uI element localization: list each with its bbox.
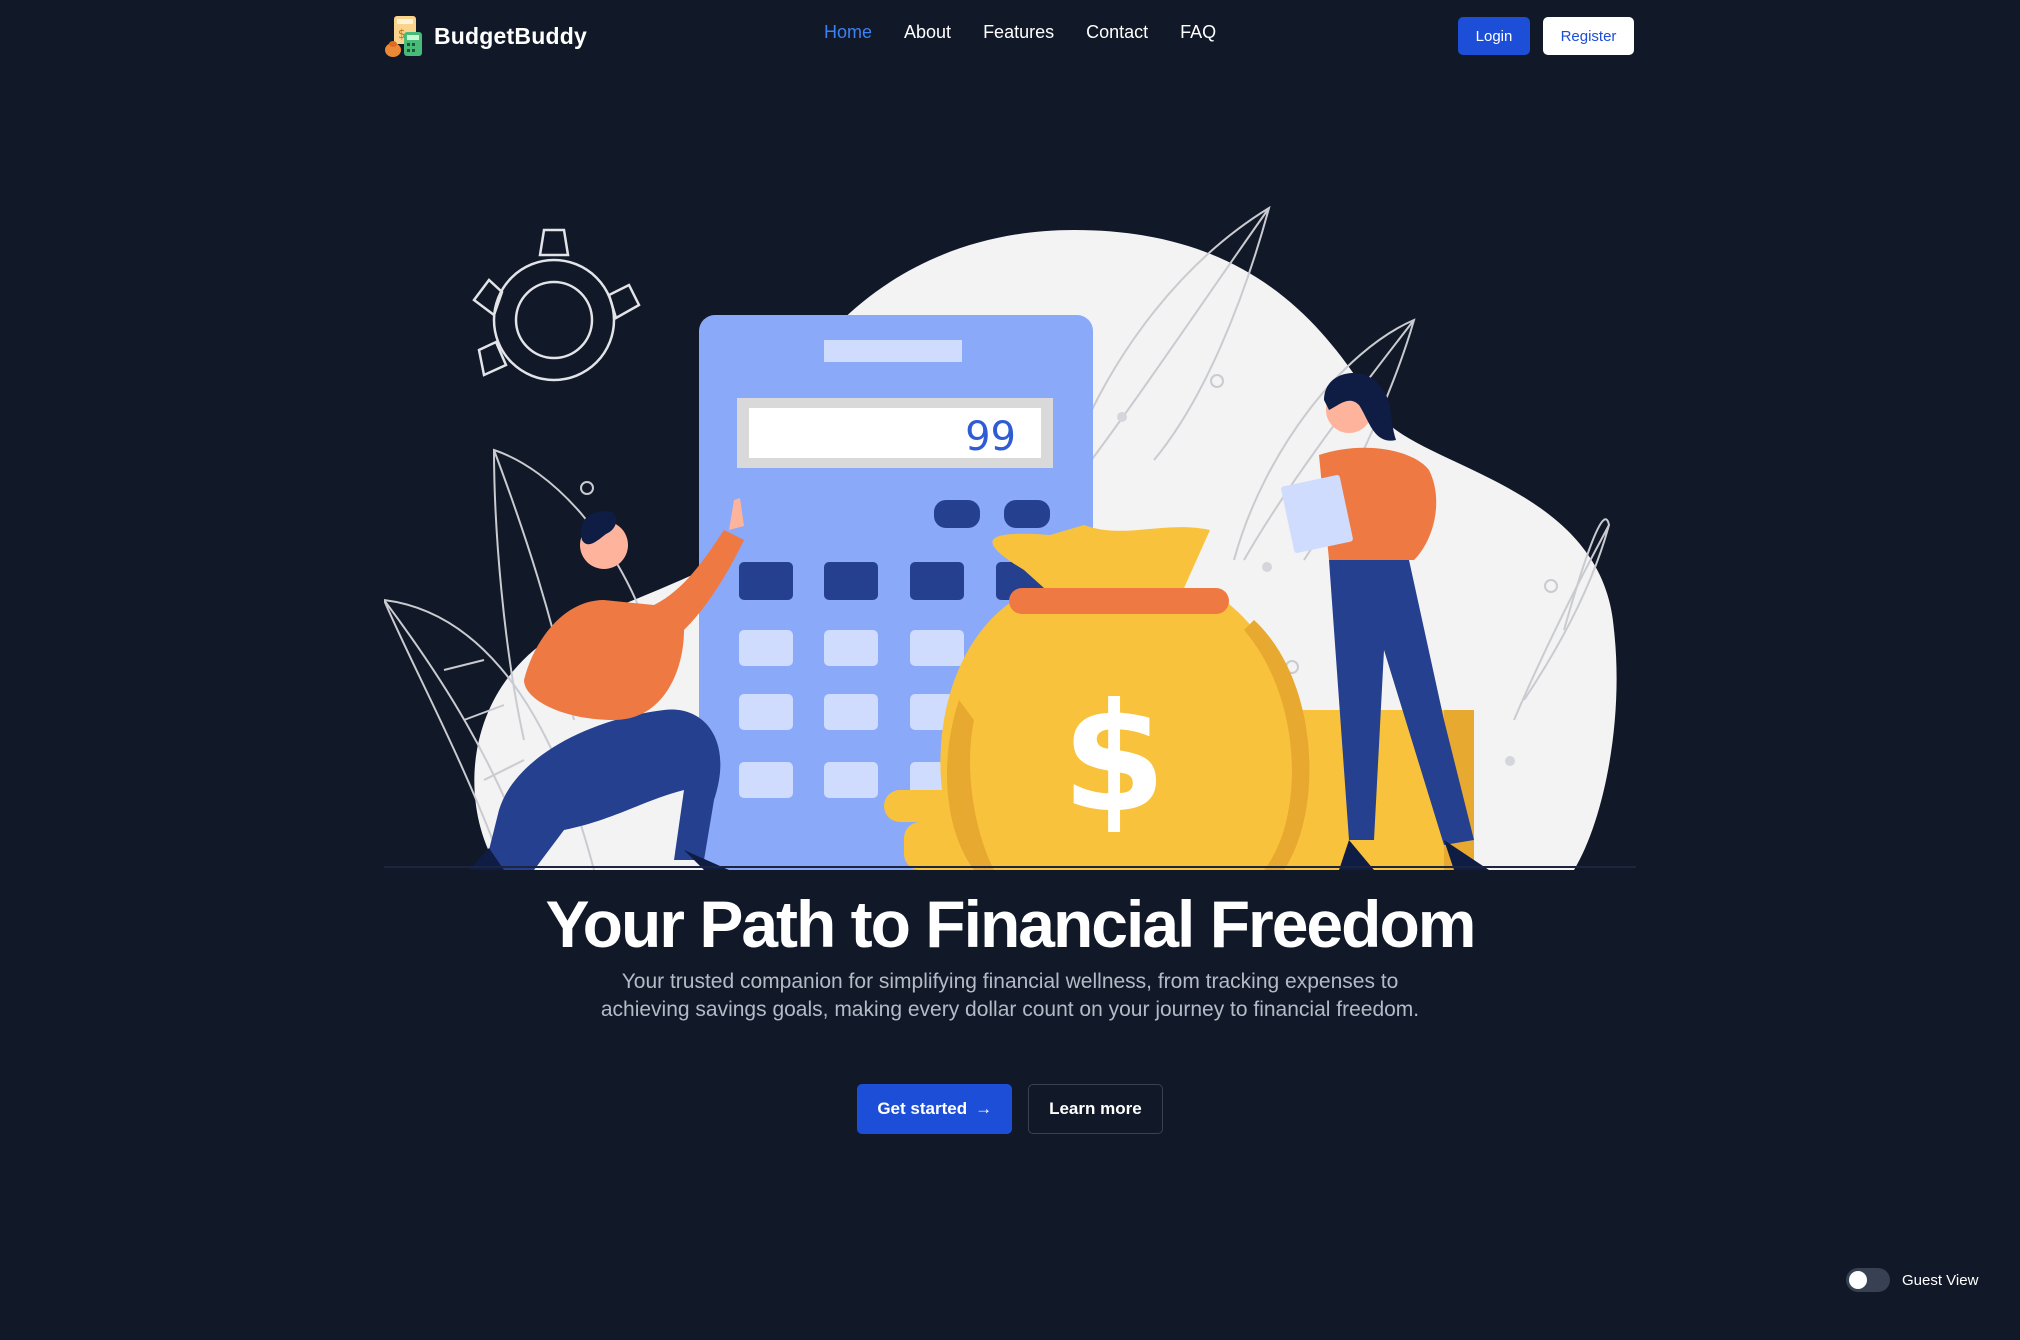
brand-link[interactable]: $ BudgetBuddy <box>384 14 587 58</box>
nav-link-home[interactable]: Home <box>824 22 872 42</box>
nav-link-about[interactable]: About <box>904 22 951 42</box>
login-button[interactable]: Login <box>1458 17 1530 55</box>
nav-link-features[interactable]: Features <box>983 22 1054 42</box>
calculator-money-icon: $ <box>385 16 422 57</box>
get-started-label: Get started <box>877 1099 968 1118</box>
guest-view-label: Guest View <box>1902 1271 1979 1289</box>
calculator-display: 99 <box>965 414 1016 460</box>
get-started-button[interactable]: Get started → <box>857 1084 1013 1134</box>
dollar-sign: $ <box>1062 672 1166 846</box>
arrow-right-icon: → <box>975 1099 993 1118</box>
cta-row: Get started → Learn more <box>0 1084 2020 1134</box>
guest-view-toggle[interactable]: Guest View <box>1846 1268 1978 1292</box>
navbar: $ BudgetBuddy Home About Features Contac… <box>0 0 2020 72</box>
gear-icon <box>472 228 641 382</box>
brand-name: BudgetBuddy <box>434 22 587 49</box>
learn-more-button[interactable]: Learn more <box>1028 1084 1163 1134</box>
hero-subtitle: Your trusted companion for simplifying f… <box>600 970 1420 1021</box>
nav-link-contact[interactable]: Contact <box>1086 22 1148 42</box>
toggle-switch[interactable] <box>1846 1268 1890 1292</box>
nav-link-faq[interactable]: FAQ <box>1180 22 1216 42</box>
hero-illustration: 99 $ <box>384 205 1617 870</box>
hero-title: Your Path to Financial Freedom <box>545 887 1477 961</box>
hero-divider <box>384 866 1636 868</box>
register-button[interactable]: Register <box>1543 17 1634 55</box>
nav-links: Home About Features Contact FAQ <box>824 22 1216 43</box>
toggle-knob <box>1849 1271 1867 1289</box>
